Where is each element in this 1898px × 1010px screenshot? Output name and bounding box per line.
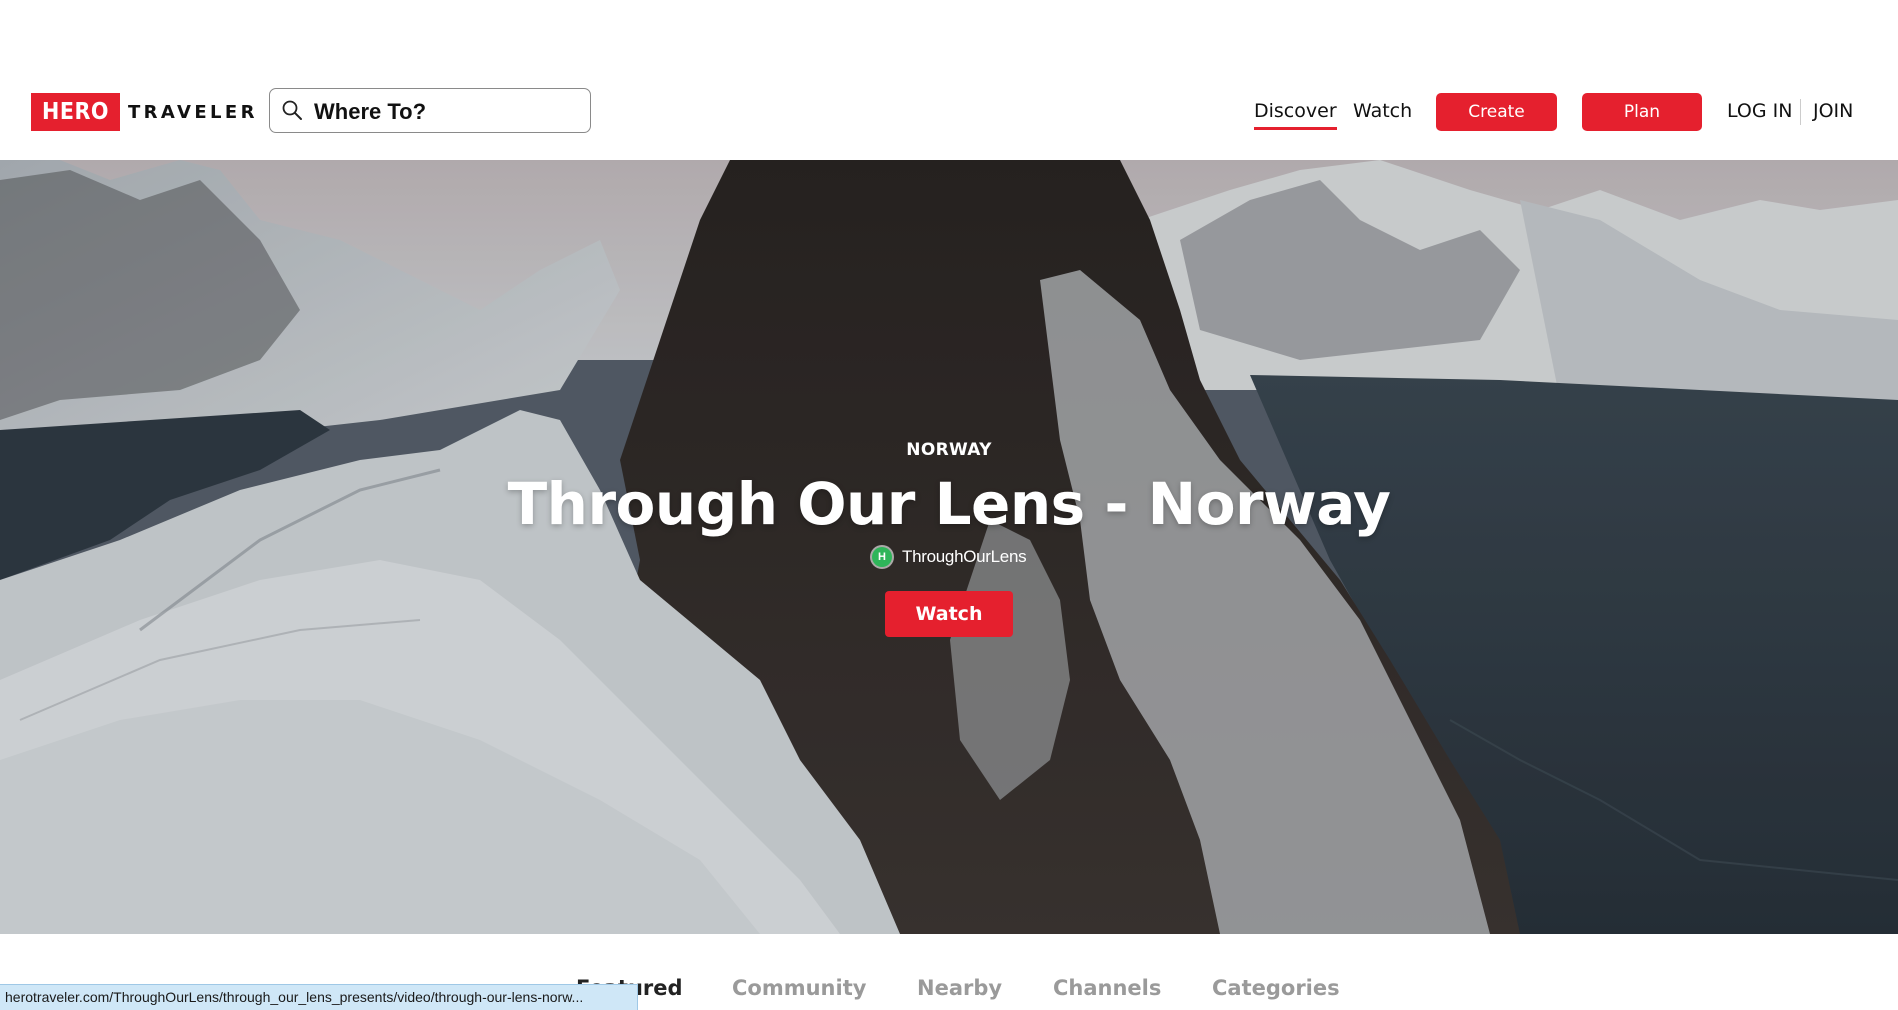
hero-title[interactable]: Through Our Lens - Norway: [0, 470, 1898, 538]
nav-divider: [1800, 99, 1801, 125]
hero-content: NORWAY Through Our Lens - Norway H Throu…: [0, 160, 1898, 934]
nav-watch-link[interactable]: Watch: [1353, 100, 1412, 122]
author-name[interactable]: ThroughOurLens: [902, 547, 1027, 567]
logo-wordmark: TRAVELER: [127, 101, 258, 123]
hero-traveler-logo[interactable]: HERO TRAVELER: [31, 93, 258, 131]
hero-country-label[interactable]: NORWAY: [0, 440, 1898, 460]
tab-channels[interactable]: Channels: [1053, 976, 1161, 1000]
plan-button[interactable]: Plan: [1582, 93, 1702, 131]
logo-badge: HERO: [31, 93, 120, 131]
tab-nearby[interactable]: Nearby: [917, 976, 1002, 1000]
join-link[interactable]: JOIN: [1813, 100, 1853, 122]
nav-discover-link[interactable]: Discover: [1254, 100, 1337, 130]
search-box[interactable]: [269, 88, 591, 133]
create-button[interactable]: Create: [1436, 93, 1557, 131]
search-input[interactable]: [312, 93, 586, 130]
site-header: HERO TRAVELER Discover Watch Create Plan…: [0, 0, 1898, 161]
browser-status-url: herotraveler.com/ThroughOurLens/through_…: [0, 984, 638, 1010]
login-link[interactable]: LOG IN: [1727, 100, 1792, 122]
hero-watch-button[interactable]: Watch: [885, 591, 1013, 637]
tab-community[interactable]: Community: [732, 976, 866, 1000]
hero-author[interactable]: H ThroughOurLens: [872, 546, 1027, 568]
author-avatar: H: [872, 547, 892, 567]
search-icon: [282, 100, 302, 120]
hero-banner[interactable]: NORWAY Through Our Lens - Norway H Throu…: [0, 160, 1898, 934]
tab-categories[interactable]: Categories: [1212, 976, 1340, 1000]
